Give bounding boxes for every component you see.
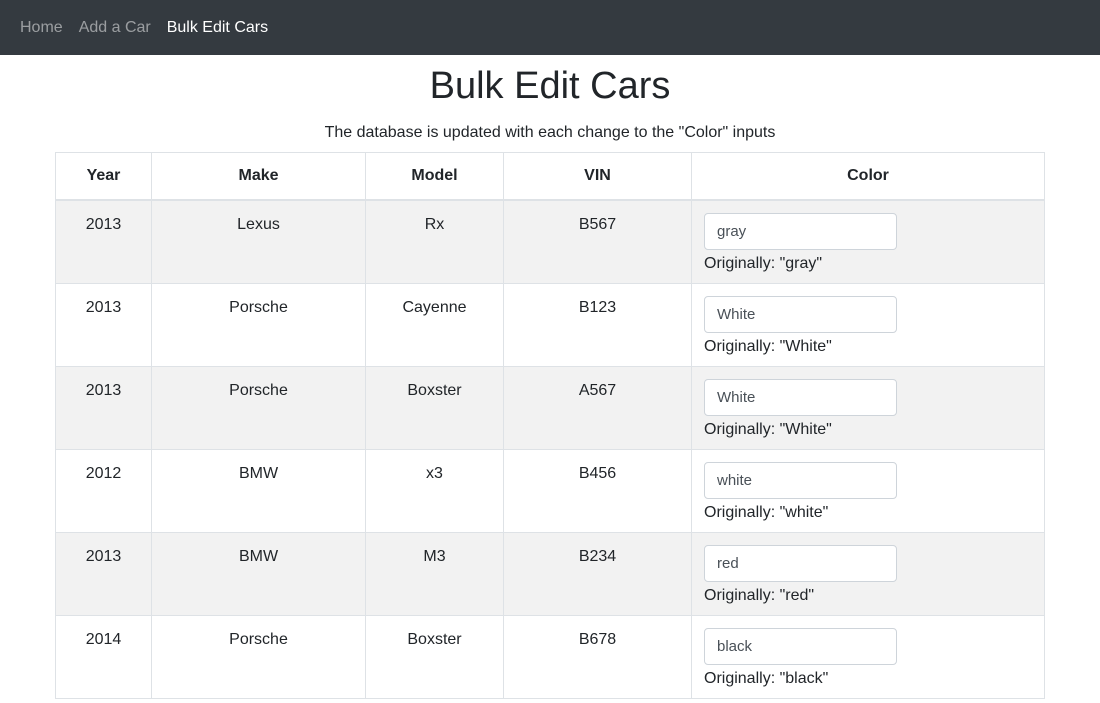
- cell-make: Porsche: [151, 282, 366, 367]
- cell-vin: B567: [503, 199, 692, 284]
- cell-year: 2014: [55, 614, 152, 699]
- header-make: Make: [151, 152, 366, 201]
- cell-make: BMW: [151, 448, 366, 533]
- cell-year: 2013: [55, 199, 152, 284]
- cell-model: Cayenne: [365, 282, 504, 367]
- top-navbar: Home Add a Car Bulk Edit Cars: [0, 0, 1100, 55]
- header-year: Year: [55, 152, 152, 201]
- color-input[interactable]: [704, 461, 897, 499]
- cell-year: 2013: [55, 531, 152, 616]
- original-color-note: Originally: "White": [704, 420, 832, 438]
- cell-color: Originally: "White": [691, 365, 1045, 450]
- table-row: 2013 Lexus Rx B567 Originally: "gray": [55, 199, 1045, 284]
- cell-color: Originally: "white": [691, 448, 1045, 533]
- header-color: Color: [691, 152, 1045, 201]
- cell-model: M3: [365, 531, 504, 616]
- cell-color: Originally: "black": [691, 614, 1045, 699]
- cell-color: Originally: "gray": [691, 199, 1045, 284]
- cell-model: Rx: [365, 199, 504, 284]
- cell-year: 2012: [55, 448, 152, 533]
- table-row: 2013 Porsche Cayenne B123 Originally: "W…: [55, 282, 1045, 367]
- color-input[interactable]: [704, 378, 897, 416]
- nav-add-car-link[interactable]: Add a Car: [79, 19, 151, 37]
- cars-table: Year Make Model VIN Color 2013 Lexus Rx …: [55, 152, 1045, 699]
- table-header-row: Year Make Model VIN Color: [55, 152, 1045, 201]
- cell-make: Porsche: [151, 365, 366, 450]
- color-input[interactable]: [704, 544, 897, 582]
- page-title: Bulk Edit Cars: [429, 65, 671, 107]
- cell-model: Boxster: [365, 365, 504, 450]
- cell-year: 2013: [55, 282, 152, 367]
- original-color-note: Originally: "red": [704, 586, 815, 604]
- original-color-note: Originally: "white": [704, 503, 829, 521]
- table-row: 2013 Porsche Boxster A567 Originally: "W…: [55, 365, 1045, 450]
- table-row: 2014 Porsche Boxster B678 Originally: "b…: [55, 614, 1045, 699]
- cell-make: Lexus: [151, 199, 366, 284]
- cell-make: Porsche: [151, 614, 366, 699]
- cell-vin: A567: [503, 365, 692, 450]
- header-model: Model: [365, 152, 504, 201]
- color-input[interactable]: [704, 627, 897, 665]
- cell-vin: B123: [503, 282, 692, 367]
- nav-home-link[interactable]: Home: [20, 19, 63, 37]
- cell-color: Originally: "red": [691, 531, 1045, 616]
- cell-vin: B456: [503, 448, 692, 533]
- nav-bulk-edit-link[interactable]: Bulk Edit Cars: [167, 19, 268, 37]
- table-row: 2013 BMW M3 B234 Originally: "red": [55, 531, 1045, 616]
- cell-model: Boxster: [365, 614, 504, 699]
- color-input[interactable]: [704, 213, 897, 250]
- cell-vin: B234: [503, 531, 692, 616]
- cell-make: BMW: [151, 531, 366, 616]
- original-color-note: Originally: "black": [704, 669, 829, 687]
- original-color-note: Originally: "gray": [704, 255, 823, 272]
- cell-vin: B678: [503, 614, 692, 699]
- table-row: 2012 BMW x3 B456 Originally: "white": [55, 448, 1045, 533]
- page-subtitle: The database is updated with each change…: [324, 124, 776, 141]
- cell-model: x3: [365, 448, 504, 533]
- original-color-note: Originally: "White": [704, 337, 832, 355]
- cars-table-container: Year Make Model VIN Color 2013 Lexus Rx …: [55, 152, 1045, 699]
- header-vin: VIN: [503, 152, 692, 201]
- cell-year: 2013: [55, 365, 152, 450]
- cell-color: Originally: "White": [691, 282, 1045, 367]
- color-input[interactable]: [704, 295, 897, 333]
